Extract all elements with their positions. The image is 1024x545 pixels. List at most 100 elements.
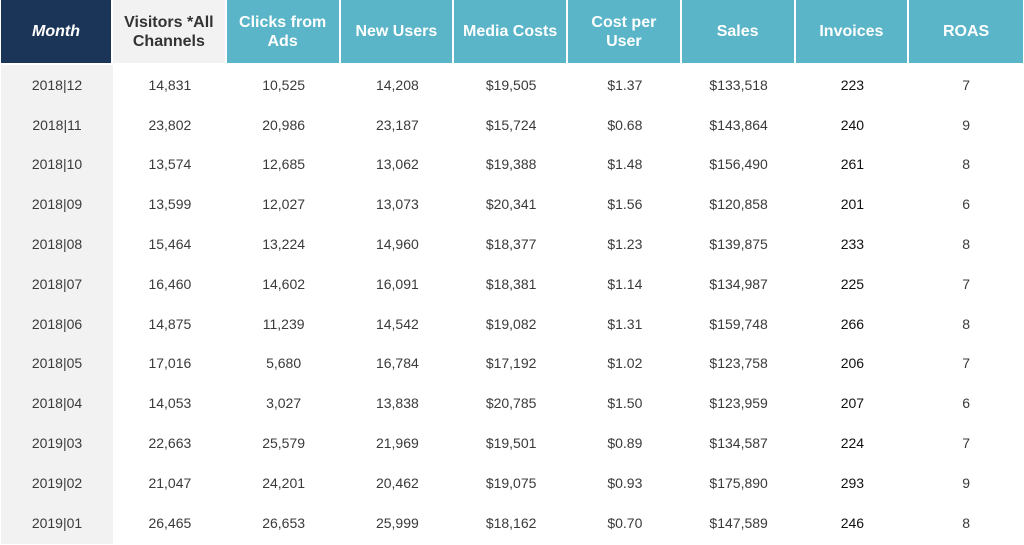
cell-new-users: 14,208 xyxy=(375,76,419,93)
cell-visitors: 16,460 xyxy=(148,275,192,292)
table-row: 2019|01 26,465 26,653 25,999 $18,162 $0.… xyxy=(1,502,1023,544)
cell-new-users: 23,187 xyxy=(375,116,419,133)
cell-clicks-from-ads: 26,653 xyxy=(262,515,306,532)
cell-media-costs: $17,192 xyxy=(485,355,537,372)
cell-clicks-from-ads: 11,239 xyxy=(262,315,305,332)
cell-visitors: 13,599 xyxy=(148,196,192,213)
cell-cost-per-user: $0.93 xyxy=(607,474,643,491)
cell-invoices: 266 xyxy=(840,315,865,332)
table-row: 2018|05 17,016 5,680 16,784 $17,192 $1.0… xyxy=(1,343,1023,384)
cell-invoices: 261 xyxy=(840,156,865,173)
table-row: 2018|06 14,875 11,239 14,542 $19,082 $1.… xyxy=(1,303,1023,344)
cell-month: 2018|11 xyxy=(1,104,113,145)
table-row: 2018|10 13,574 12,685 13,062 $19,388 $1.… xyxy=(1,144,1023,185)
cell-cost-per-user: $0.89 xyxy=(607,435,643,452)
cell-roas: 9 xyxy=(962,474,971,491)
cell-cost-per-user: $0.68 xyxy=(607,116,643,133)
cell-media-costs: $18,377 xyxy=(485,236,537,253)
cell-new-users: 20,462 xyxy=(375,474,419,491)
cell-media-costs: $19,082 xyxy=(485,315,537,332)
column-header-cost-per-user: Cost per User xyxy=(568,0,682,65)
cell-month: 2018|06 xyxy=(1,303,113,344)
cell-month: 2018|12 xyxy=(1,65,113,105)
cell-sales: $123,959 xyxy=(709,395,768,412)
cell-new-users: 14,542 xyxy=(375,315,419,332)
table-row: 2018|12 14,831 10,525 14,208 $19,505 $1.… xyxy=(1,65,1023,105)
cell-roas: 7 xyxy=(962,76,971,93)
cell-clicks-from-ads: 13,224 xyxy=(262,236,306,253)
cell-clicks-from-ads: 25,579 xyxy=(262,435,306,452)
cell-roas: 8 xyxy=(962,236,971,253)
cell-clicks-from-ads: 12,027 xyxy=(262,196,306,213)
cell-roas: 7 xyxy=(962,355,971,372)
cell-new-users: 25,999 xyxy=(375,515,419,532)
column-header-roas: ROAS xyxy=(909,0,1023,65)
cell-clicks-from-ads: 5,680 xyxy=(266,355,302,372)
cell-new-users: 21,969 xyxy=(375,435,419,452)
table-row: 2019|02 21,047 24,201 20,462 $19,075 $0.… xyxy=(1,462,1023,503)
cell-invoices: 225 xyxy=(840,275,865,292)
table-body: 2018|12 14,831 10,525 14,208 $19,505 $1.… xyxy=(1,65,1023,544)
cell-media-costs: $19,501 xyxy=(485,435,537,452)
cell-new-users: 13,838 xyxy=(375,395,419,412)
cell-invoices: 201 xyxy=(840,196,865,213)
cell-cost-per-user: $1.37 xyxy=(607,76,643,93)
cell-cost-per-user: $1.48 xyxy=(607,156,643,173)
cell-visitors: 15,464 xyxy=(148,236,192,253)
cell-roas: 6 xyxy=(962,196,971,213)
cell-sales: $175,890 xyxy=(709,474,768,491)
cell-visitors: 17,016 xyxy=(148,355,192,372)
cell-sales: $159,748 xyxy=(709,315,768,332)
cell-clicks-from-ads: 10,525 xyxy=(262,76,306,93)
cell-new-users: 16,784 xyxy=(375,355,419,372)
cell-clicks-from-ads: 3,027 xyxy=(266,395,302,412)
cell-cost-per-user: $1.23 xyxy=(607,236,643,253)
cell-sales: $123,758 xyxy=(709,355,768,372)
table-row: 2018|04 14,053 3,027 13,838 $20,785 $1.5… xyxy=(1,383,1023,424)
cell-cost-per-user: $1.50 xyxy=(607,395,643,412)
cell-cost-per-user: $1.31 xyxy=(607,315,643,332)
cell-sales: $120,858 xyxy=(709,196,768,213)
cell-media-costs: $18,162 xyxy=(485,515,537,532)
cell-month: 2019|03 xyxy=(1,423,113,463)
marketing-metrics-table: Month Visitors *All Channels Clicks from… xyxy=(1,0,1023,544)
cell-invoices: 246 xyxy=(840,515,865,532)
cell-media-costs: $19,388 xyxy=(485,156,537,173)
cell-visitors: 14,831 xyxy=(148,76,192,93)
cell-roas: 7 xyxy=(962,435,971,452)
cell-roas: 8 xyxy=(962,315,971,332)
cell-visitors: 23,802 xyxy=(148,116,192,133)
column-header-sales: Sales xyxy=(681,0,796,65)
cell-clicks-from-ads: 12,685 xyxy=(262,156,306,173)
cell-month: 2019|02 xyxy=(1,462,113,503)
cell-visitors: 26,465 xyxy=(148,515,192,532)
table-row: 2018|07 16,460 14,602 16,091 $18,381 $1.… xyxy=(1,263,1023,304)
cell-cost-per-user: $0.70 xyxy=(607,515,643,532)
cell-new-users: 14,960 xyxy=(375,236,419,253)
column-header-month: Month xyxy=(1,0,113,65)
cell-new-users: 13,062 xyxy=(375,156,419,173)
cell-media-costs: $19,075 xyxy=(485,474,537,491)
cell-cost-per-user: $1.14 xyxy=(607,275,643,292)
cell-clicks-from-ads: 14,602 xyxy=(262,275,306,292)
cell-visitors: 14,875 xyxy=(148,315,192,332)
cell-invoices: 293 xyxy=(840,474,865,491)
cell-month: 2018|09 xyxy=(1,184,113,225)
cell-media-costs: $20,785 xyxy=(485,395,537,412)
table-row: 2018|09 13,599 12,027 13,073 $20,341 $1.… xyxy=(1,184,1023,225)
column-header-invoices: Invoices xyxy=(795,0,910,65)
cell-invoices: 223 xyxy=(840,76,865,93)
cell-sales: $133,518 xyxy=(709,76,768,93)
column-header-new-users: New Users xyxy=(340,0,455,65)
cell-sales: $139,875 xyxy=(709,236,768,253)
cell-invoices: 224 xyxy=(840,435,865,452)
cell-month: 2019|01 xyxy=(1,502,113,544)
cell-month: 2018|05 xyxy=(1,343,113,384)
cell-invoices: 233 xyxy=(840,236,865,253)
cell-roas: 8 xyxy=(962,156,971,173)
header-row: Month Visitors *All Channels Clicks from… xyxy=(1,0,1023,65)
cell-cost-per-user: $1.02 xyxy=(607,355,643,372)
cell-sales: $134,987 xyxy=(709,275,768,292)
cell-invoices: 206 xyxy=(840,355,865,372)
cell-visitors: 22,663 xyxy=(148,435,192,452)
